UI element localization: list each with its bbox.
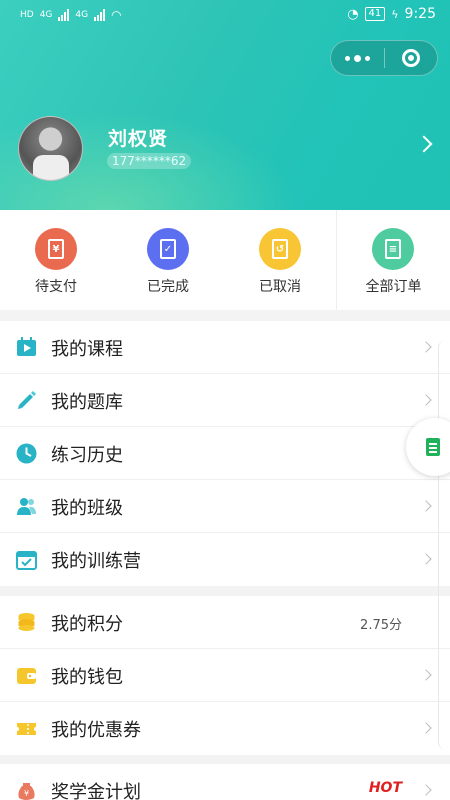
chevron-right-icon: [420, 500, 432, 512]
menu-item-wallet[interactable]: 我的钱包: [0, 649, 450, 702]
network-tag: 4G: [39, 10, 53, 20]
miniprogram-capsule: [330, 40, 438, 76]
hd-tag: HD: [20, 10, 34, 20]
svg-text:¥: ¥: [24, 789, 29, 798]
money-bag-icon: ¥: [18, 783, 35, 800]
status-time: 9:25: [404, 6, 436, 22]
profile-header: HD 4G 4G ◠ ◔ 41 ϟ 9:25 刘权贤 177******62: [0, 0, 450, 210]
menu-group-learning: 我的课程 我的题库 练习历史 我的班级 我的训练营: [0, 321, 450, 586]
menu-item-my-class[interactable]: 我的班级: [0, 480, 450, 533]
speed-icon: ◔: [347, 6, 359, 22]
people-icon: [17, 498, 36, 515]
chevron-right-icon: [420, 784, 432, 796]
battery-icon: 41: [364, 7, 386, 21]
checked-doc-icon: ✓: [147, 228, 189, 270]
menu-item-label: 奖学金计划: [51, 782, 141, 800]
menu-group-promo: ¥ 奖学金计划 HOT: [0, 764, 450, 800]
calendar-check-icon: [16, 551, 37, 570]
menu-item-label: 我的题库: [51, 392, 123, 413]
chevron-right-icon: [420, 553, 432, 565]
charging-icon: ϟ: [391, 7, 399, 21]
menu-item-my-courses[interactable]: 我的课程: [0, 321, 450, 374]
menu-item-label: 我的训练营: [51, 551, 141, 572]
signal-icon: [58, 9, 70, 21]
user-name: 刘权贤: [108, 128, 169, 150]
menu-item-label: 我的积分: [51, 614, 123, 635]
wifi-icon: ◠: [111, 8, 122, 22]
order-label: 全部订单: [365, 279, 422, 295]
menu-item-practice-history[interactable]: 练习历史: [0, 427, 450, 480]
profile-chevron-right-icon[interactable]: [415, 135, 433, 153]
menu-item-label: 我的课程: [51, 339, 123, 360]
coupon-icon: [17, 723, 36, 735]
menu-item-label: 我的班级: [51, 498, 123, 519]
clock-icon: [16, 443, 37, 464]
hot-badge: HOT: [368, 780, 402, 796]
status-bar: HD 4G 4G ◠ ◔ 41 ϟ 9:25: [0, 0, 450, 32]
more-dots-icon[interactable]: [331, 41, 384, 75]
menu-item-label: 练习历史: [51, 445, 123, 466]
order-completed-button[interactable]: ✓ 已完成: [112, 210, 224, 310]
order-cancelled-button[interactable]: ↺ 已取消: [224, 210, 336, 310]
chevron-right-icon: [420, 341, 432, 353]
all-orders-button[interactable]: ≡ 全部订单: [336, 210, 450, 310]
menu-item-points[interactable]: 我的积分 2.75分: [0, 596, 450, 649]
user-phone: 177******62: [107, 153, 192, 169]
menu-item-label: 我的钱包: [51, 667, 123, 688]
points-value: 2.75分: [360, 618, 402, 633]
coin-stack-icon: [18, 613, 35, 631]
notes-icon: [426, 438, 440, 456]
pencil-icon: [18, 391, 36, 409]
course-play-icon: [17, 337, 36, 356]
menu-group-account: 我的积分 2.75分 我的钱包 我的优惠券: [0, 596, 450, 755]
status-right: ◔ 41 ϟ 9:25: [347, 6, 436, 22]
menu-item-question-bank[interactable]: 我的题库: [0, 374, 450, 427]
menu-item-label: 我的优惠券: [51, 720, 141, 741]
network-tag-2: 4G: [75, 10, 89, 20]
wallet-icon: [17, 668, 36, 684]
yuan-doc-icon: ¥: [35, 228, 77, 270]
signal-icon-2: [94, 9, 106, 21]
menu-item-scholarship[interactable]: ¥ 奖学金计划 HOT: [0, 764, 450, 800]
menu-item-training-camp[interactable]: 我的训练营: [0, 533, 450, 586]
target-ring-icon: [401, 49, 420, 67]
order-pending-button[interactable]: ¥ 待支付: [0, 210, 112, 310]
order-label: 已完成: [147, 279, 189, 295]
menu-item-coupons[interactable]: 我的优惠券: [0, 702, 450, 755]
order-label: 已取消: [259, 279, 301, 295]
chevron-right-icon: [420, 722, 432, 734]
all-orders-icon: ≡: [372, 228, 414, 270]
side-drawer-edge: [438, 340, 450, 750]
chevron-right-icon: [420, 394, 432, 406]
order-shortcuts: ¥ 待支付 ✓ 已完成 ↺ 已取消 ≡ 全部订单: [0, 210, 450, 310]
close-button[interactable]: [385, 41, 437, 75]
status-left: HD 4G 4G ◠: [20, 8, 122, 22]
chevron-right-icon: [420, 669, 432, 681]
cancel-doc-icon: ↺: [259, 228, 301, 270]
order-label: 待支付: [35, 279, 77, 295]
avatar[interactable]: [18, 116, 83, 181]
